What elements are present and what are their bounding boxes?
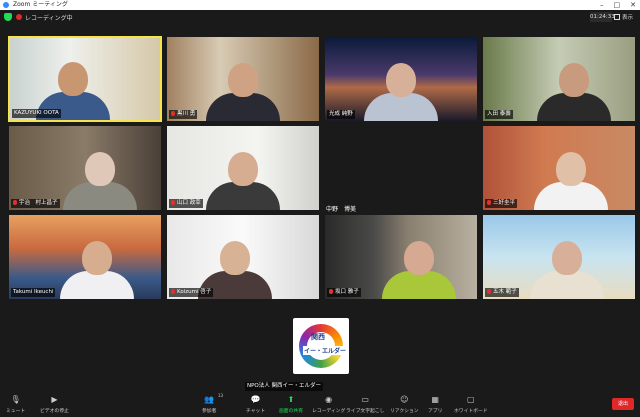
record-button[interactable]: ◉ レコーディング: [312, 395, 345, 414]
mic-muted-icon: [487, 289, 491, 294]
close-icon[interactable]: ✕: [630, 0, 636, 10]
record-icon: ◉: [325, 395, 333, 404]
end-meeting-button[interactable]: 退出: [612, 398, 634, 410]
meeting-toolbar: 🎙 ミュート ▶ ビデオの停止 👥 参加者 13 💬 チャット ⬆ 画面の共有 …: [0, 393, 640, 417]
reactions-label: リアクション: [390, 409, 419, 414]
mic-icon: 🎙: [10, 395, 21, 404]
share-screen-label: 画面の共有: [279, 409, 303, 414]
participant-name-text: 五木 範子: [493, 289, 517, 295]
participant-name-text: Koizumi 啓子: [177, 289, 212, 295]
participant-name: 坂口 雅子: [327, 288, 361, 297]
recording-label: レコーディング中: [25, 14, 73, 22]
mic-muted-icon: [13, 200, 17, 205]
video-tile[interactable]: 山口 政幸: [166, 125, 320, 211]
participant-name-text: 黒川 勇: [177, 111, 196, 117]
video-tile[interactable]: Koizumi 啓子: [166, 214, 320, 300]
mic-muted-icon: [171, 111, 175, 116]
mic-muted-icon: [487, 200, 491, 205]
video-tile[interactable]: KAZUYUKI OOTA: [8, 36, 162, 122]
record-dot-icon: [16, 14, 22, 20]
video-tile[interactable]: 入田 泰壽: [482, 36, 636, 122]
maximize-icon[interactable]: □: [614, 0, 621, 10]
video-tile[interactable]: 光成 純野: [324, 36, 478, 122]
mic-muted-icon: [171, 200, 175, 205]
participant-name-text: 坂口 雅子: [335, 289, 359, 295]
video-tile[interactable]: 坂口 雅子: [324, 214, 478, 300]
view-label: 表示: [622, 15, 634, 21]
chat-label: チャット: [246, 409, 266, 414]
video-tile[interactable]: 五木 範子: [482, 214, 636, 300]
video-button[interactable]: ▶ ビデオの停止: [40, 395, 69, 414]
view-button[interactable]: 表示: [614, 12, 633, 22]
window-controls: – □ ✕: [600, 0, 636, 10]
logo-participant-name: NPO法人 関西イー・エルダー: [245, 382, 324, 391]
mute-button[interactable]: 🎙 ミュート: [6, 395, 25, 414]
apps-label: アプリ: [428, 409, 443, 414]
meeting-timer: 01:24:33: [590, 12, 615, 22]
participant-name-text: 宇治 村上昌子: [19, 200, 58, 206]
live-transcript-button[interactable]: ▭ ライブ文字起こし: [346, 395, 384, 414]
grid-view-icon: [614, 14, 620, 20]
participant-name: 三好圭平: [485, 199, 518, 208]
mute-label: ミュート: [6, 409, 26, 414]
mic-muted-icon: [329, 289, 333, 294]
zoom-icon: [3, 2, 9, 8]
participant-name: 山口 政幸: [169, 199, 203, 208]
chat-icon: 💬: [250, 395, 261, 404]
participants-button[interactable]: 👥 参加者: [202, 395, 216, 414]
recording-indicator[interactable]: レコーディング中: [16, 12, 73, 22]
whiteboard-label: ホワイトボード: [454, 409, 488, 414]
title-bar: Zoom ミーティング – □ ✕: [0, 0, 640, 10]
participant-name-no-video[interactable]: 中野 博美: [326, 204, 356, 213]
share-screen-button[interactable]: ⬆ 画面の共有: [279, 395, 303, 414]
participant-name: 入田 泰壽: [485, 110, 513, 119]
video-tile[interactable]: 宇治 村上昌子: [8, 125, 162, 211]
share-screen-icon: ⬆: [287, 395, 295, 404]
cc-icon: ▭: [361, 395, 369, 404]
participant-name: 宇治 村上昌子: [11, 199, 60, 208]
logo-line2: イー・エルダー: [303, 346, 348, 355]
video-icon: ▶: [51, 395, 58, 404]
security-shield-icon[interactable]: [4, 13, 12, 21]
participant-name: 黒川 勇: [169, 110, 198, 119]
chat-button[interactable]: 💬 チャット: [246, 395, 265, 414]
whiteboard-icon: ▢: [467, 395, 475, 404]
participants-label: 参加者: [202, 409, 217, 414]
participant-name-text: 三好圭平: [493, 200, 516, 206]
apps-icon: ▦: [431, 395, 439, 404]
mic-muted-icon: [171, 289, 175, 294]
participant-name: 光成 純野: [327, 110, 355, 119]
organization-logo[interactable]: 関西 イー・エルダー: [293, 318, 349, 374]
video-tile[interactable]: 黒川 勇: [166, 36, 320, 122]
participant-name: Takumi Ikeuchi: [11, 288, 56, 297]
window-title: Zoom ミーティング: [13, 1, 68, 8]
zoom-window: Zoom ミーティング – □ ✕ レコーディング中 01:24:33 表示 K…: [0, 0, 640, 417]
participant-name-text: 山口 政幸: [177, 200, 201, 206]
record-label: レコーディング: [312, 409, 346, 414]
logo-line1: 関西: [311, 333, 325, 341]
reactions-button[interactable]: ☺ リアクション: [390, 395, 419, 414]
participant-count: 13: [218, 393, 224, 398]
participant-name: 五木 範子: [485, 288, 519, 297]
meeting-top-bar: レコーディング中 01:24:33 表示: [0, 10, 640, 24]
live-transcript-label: ライブ文字起こし: [346, 409, 385, 414]
minimize-icon[interactable]: –: [600, 0, 604, 10]
video-tile[interactable]: 三好圭平: [482, 125, 636, 211]
apps-button[interactable]: ▦ アプリ: [428, 395, 442, 414]
video-label: ビデオの停止: [40, 409, 69, 414]
reaction-icon: ☺: [400, 395, 409, 404]
participant-name: KAZUYUKI OOTA: [12, 109, 61, 118]
participant-name: Koizumi 啓子: [169, 288, 214, 297]
whiteboard-button[interactable]: ▢ ホワイトボード: [454, 395, 488, 414]
video-tile[interactable]: Takumi Ikeuchi: [8, 214, 162, 300]
participants-icon: 👥: [204, 395, 215, 404]
